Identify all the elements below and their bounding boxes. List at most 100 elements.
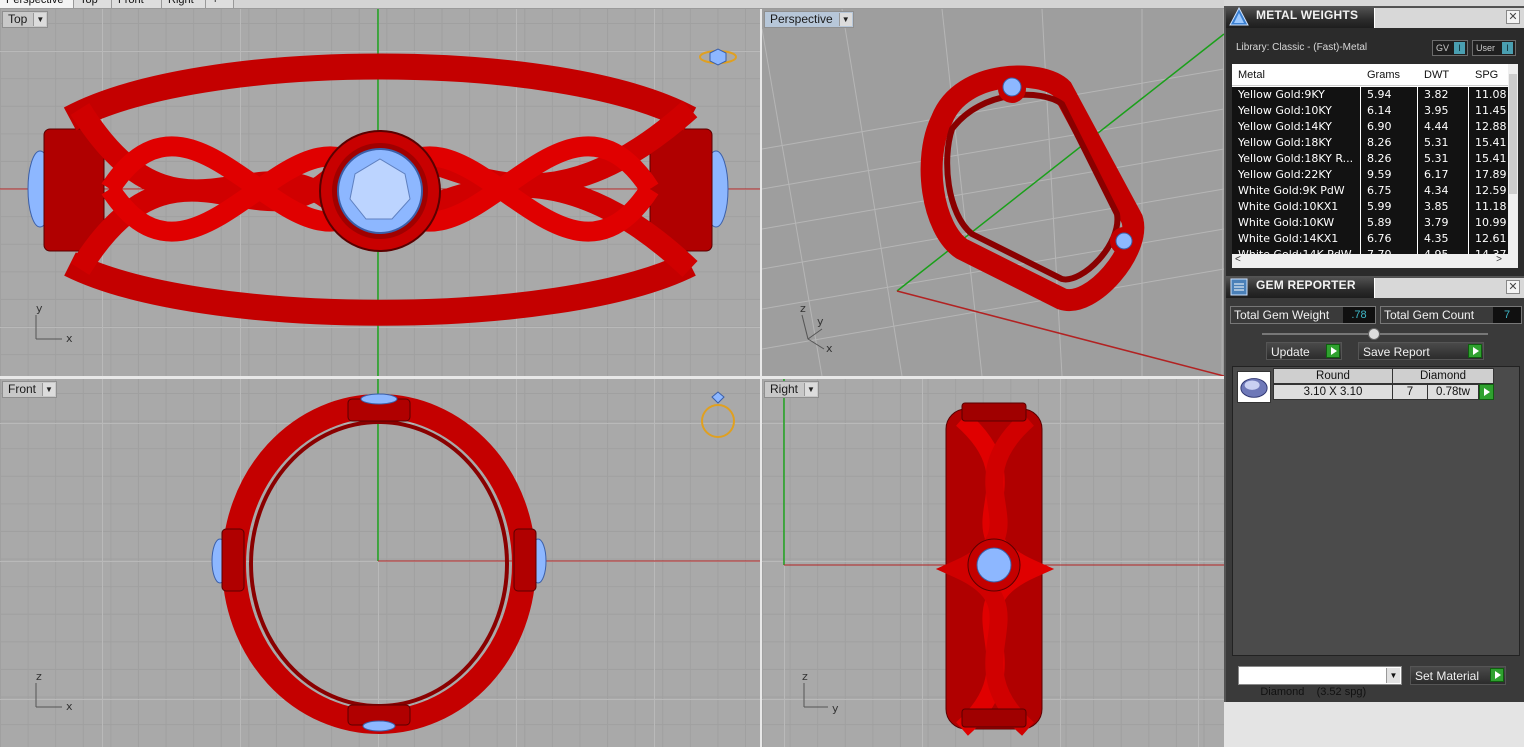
user-toggle-indicator: I xyxy=(1502,42,1513,54)
viewport-label-text: Front xyxy=(8,382,37,396)
chevron-down-icon[interactable]: ▼ xyxy=(804,383,818,396)
tab-right[interactable]: Right xyxy=(162,0,206,8)
table-cell: Yellow Gold:18KY xyxy=(1238,136,1332,149)
play-icon xyxy=(1484,388,1490,396)
vertical-scrollbar[interactable] xyxy=(1508,64,1518,254)
table-cell: 12.88 xyxy=(1475,120,1507,133)
svg-text:y: y xyxy=(36,302,43,315)
table-cell: 12.61 xyxy=(1475,232,1507,245)
gem-list: Round Diamond 3.10 X 3.10 7 0.78tw xyxy=(1232,366,1520,656)
table-cell: Yellow Gold:14KY xyxy=(1238,120,1332,133)
table-row[interactable]: Yellow Gold:18KY 8.26 5.31 15.41 xyxy=(1232,135,1518,151)
scroll-right-icon[interactable]: > xyxy=(1496,254,1502,265)
tab-front[interactable]: Front xyxy=(112,0,162,8)
tab-top[interactable]: Top xyxy=(74,0,112,8)
report-slider[interactable] xyxy=(1262,328,1488,340)
slider-knob[interactable] xyxy=(1368,328,1380,340)
table-cell: 5.99 xyxy=(1367,200,1392,213)
table-cell: 15.41 xyxy=(1475,136,1507,149)
viewport-perspective[interactable]: z y x Perspective ▼ xyxy=(762,9,1224,376)
table-cell: 5.31 xyxy=(1424,152,1449,165)
table-row[interactable]: Yellow Gold:22KY 9.59 6.17 17.89 xyxy=(1232,167,1518,183)
table-cell: 6.76 xyxy=(1367,232,1392,245)
viewport-label-text: Top xyxy=(8,12,28,26)
table-cell: White Gold:10KW xyxy=(1238,216,1335,229)
header-tab-area xyxy=(1374,8,1524,28)
chevron-down-icon[interactable]: ▼ xyxy=(1386,668,1400,683)
viewport-top[interactable]: y x Top ▼ xyxy=(0,9,760,376)
viewport-label-right[interactable]: Right ▼ xyxy=(764,381,820,398)
table-cell: 15.41 xyxy=(1475,152,1507,165)
update-button[interactable]: Update xyxy=(1266,342,1342,360)
viewport-label-top[interactable]: Top ▼ xyxy=(2,11,49,28)
column-header[interactable]: SPG xyxy=(1475,69,1498,81)
table-row[interactable]: White Gold:14KX1 6.76 4.35 12.61 xyxy=(1232,231,1518,247)
table-row[interactable]: Yellow Gold:14KY 6.90 4.44 12.88 xyxy=(1232,119,1518,135)
gem-shape: Round xyxy=(1273,368,1393,384)
column-header[interactable]: Grams xyxy=(1367,69,1400,81)
table-cell: Yellow Gold:22KY xyxy=(1238,168,1332,181)
gv-toggle[interactable]: GV I xyxy=(1432,40,1468,56)
table-cell: 8.26 xyxy=(1367,136,1392,149)
user-toggle[interactable]: User I xyxy=(1472,40,1516,56)
save-report-button[interactable]: Save Report xyxy=(1358,342,1484,360)
set-material-label: Set Material xyxy=(1415,669,1480,683)
table-cell: 3.82 xyxy=(1424,88,1449,101)
viewport-label-text: Right xyxy=(770,382,799,396)
table-cell: White Gold:10KX1 xyxy=(1238,200,1339,213)
matrix-logo-icon xyxy=(1229,7,1249,26)
gem-type: Diamond xyxy=(1392,368,1494,384)
close-icon[interactable]: ✕ xyxy=(1506,10,1520,24)
chevron-down-icon[interactable]: ▼ xyxy=(42,383,56,396)
table-cell: 12.59 xyxy=(1475,184,1507,197)
scroll-thumb[interactable] xyxy=(1509,74,1517,194)
column-header[interactable]: DWT xyxy=(1424,69,1449,81)
ring-front-model xyxy=(211,393,547,734)
svg-text:z: z xyxy=(800,302,806,315)
viewport-label-perspective[interactable]: Perspective ▼ xyxy=(764,11,854,28)
gv-toggle-label: GV xyxy=(1436,43,1450,53)
table-cell: 3.79 xyxy=(1424,216,1449,229)
table-row[interactable]: Yellow Gold:18KY R... 8.26 5.31 15.41 xyxy=(1232,151,1518,167)
table-cell: 11.18 xyxy=(1475,200,1507,213)
user-toggle-label: User xyxy=(1476,43,1496,53)
viewport-right[interactable]: z y Right ▼ xyxy=(762,379,1224,747)
table-row[interactable]: Yellow Gold:10KY 6.14 3.95 11.45 xyxy=(1232,103,1518,119)
table-cell: 3.95 xyxy=(1424,104,1449,117)
total-gem-weight-label: Total Gem Weight xyxy=(1234,308,1330,322)
viewport-label-front[interactable]: Front ▼ xyxy=(2,381,58,398)
table-row[interactable]: White Gold:10KW 5.89 3.79 10.99 xyxy=(1232,215,1518,231)
chevron-down-icon[interactable]: ▼ xyxy=(33,13,47,26)
viewport-splitter-horizontal[interactable] xyxy=(0,376,1224,379)
total-gem-weight-value: .78 xyxy=(1343,307,1375,323)
tab-perspective[interactable]: Perspective xyxy=(0,0,74,8)
axis-gizmo: y x xyxy=(35,302,73,345)
gem-ring-icon xyxy=(699,48,737,66)
table-row[interactable]: Yellow Gold:9KY 5.94 3.82 11.08 xyxy=(1232,87,1518,103)
svg-text:z: z xyxy=(36,670,42,683)
right-view-canvas: z y xyxy=(783,379,1224,736)
scroll-left-icon[interactable]: < xyxy=(1235,254,1241,265)
horizontal-scrollbar[interactable]: < > xyxy=(1232,254,1518,268)
chevron-down-icon[interactable]: ▼ xyxy=(838,13,852,26)
panel-title: METAL WEIGHTS xyxy=(1256,8,1359,22)
svg-text:y: y xyxy=(832,702,839,715)
gem-size: 3.10 X 3.10 xyxy=(1273,384,1393,400)
tab-add[interactable]: + xyxy=(206,0,234,8)
gem-select-button[interactable] xyxy=(1479,384,1494,400)
report-icon xyxy=(1230,278,1248,296)
table-header: Metal Grams DWT SPG xyxy=(1232,64,1518,86)
panel-title: GEM REPORTER xyxy=(1256,278,1356,292)
table-cell: 6.90 xyxy=(1367,120,1392,133)
material-select[interactable]: Diamond (3.52 spg) ▼ xyxy=(1238,666,1402,698)
svg-text:y: y xyxy=(817,315,824,328)
set-material-button[interactable]: Set Material xyxy=(1410,666,1506,685)
column-header[interactable]: Metal xyxy=(1238,69,1265,81)
ring-right-model xyxy=(935,402,1055,736)
viewport-front[interactable]: z x Front ▼ xyxy=(0,379,760,747)
table-cell: Yellow Gold:9KY xyxy=(1238,88,1325,101)
gem-thumbnail[interactable] xyxy=(1237,371,1271,403)
close-icon[interactable]: ✕ xyxy=(1506,280,1520,294)
table-row[interactable]: White Gold:10KX1 5.99 3.85 11.18 xyxy=(1232,199,1518,215)
table-row[interactable]: White Gold:9K PdW 6.75 4.34 12.59 xyxy=(1232,183,1518,199)
